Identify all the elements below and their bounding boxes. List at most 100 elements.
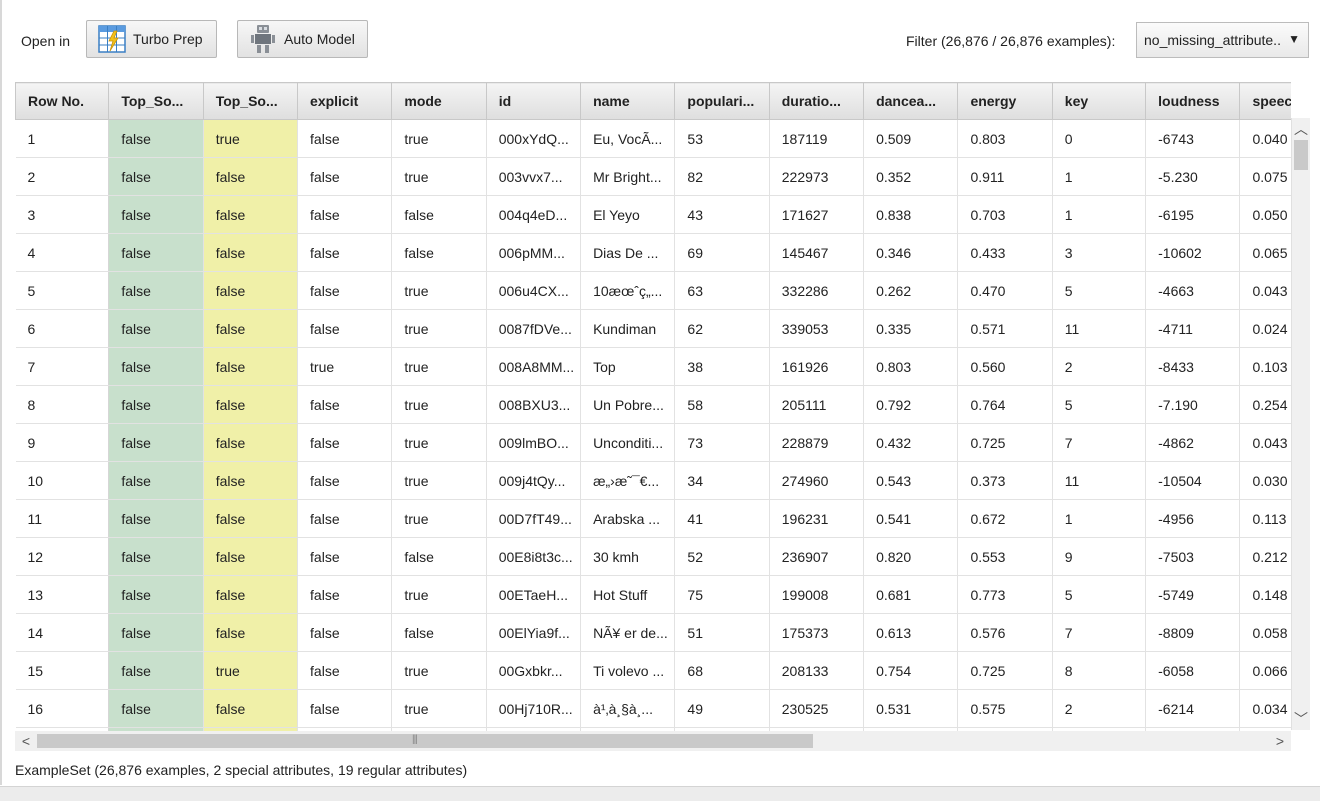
table-cell: 15 [15,651,110,690]
table-row[interactable]: 1 false true false true 000xYdQ... Eu, VocÃ...… [15,119,1291,158]
table-cell: 13 [15,575,110,614]
table-cell: false [108,613,204,652]
table-row[interactable]: 8 false false false true 008BXU3... Un Pobre..… [15,385,1291,424]
table-row[interactable]: 4 false false false false 006pMM... Dias De ..… [15,233,1291,272]
table-row[interactable]: 7 false false true true 008A8MM... Top 38 161926… [15,347,1291,386]
column-header[interactable]: name [580,82,676,120]
column-header[interactable]: speecl [1239,82,1291,120]
filter-dropdown-value: no_missing_attribute.. [1144,32,1281,48]
horizontal-scroll-thumb[interactable] [37,734,813,748]
table-cell: 0.553 [957,537,1053,576]
table-cell: false [203,195,299,234]
turbo-prep-button[interactable]: Turbo Prep [86,20,217,58]
table-row[interactable]: 15 false true false true 00Gxbkr... Ti volevo … [15,651,1291,690]
table-cell: false [297,461,393,500]
scroll-up-icon[interactable]: ︿ [1292,120,1310,138]
table-cell: 8 [15,385,110,424]
table-cell: 2 [1052,689,1147,728]
table-cell: 69 [674,233,770,272]
scroll-right-icon[interactable]: > [1271,732,1289,750]
column-header[interactable]: dancea... [863,82,959,120]
vertical-scroll-thumb[interactable] [1294,140,1308,170]
table-cell: 0.262 [863,271,959,310]
column-header[interactable]: Top_So... [108,82,204,120]
table-cell: 7 [15,347,110,386]
column-header[interactable]: key [1051,82,1147,120]
column-header[interactable]: Top_So... [202,82,299,120]
table-cell: true [203,651,299,690]
table-cell: true [391,499,487,538]
table-cell: Hot Stuff [580,575,676,614]
table-cell: 52 [674,537,770,576]
table-row[interactable]: 12 false false false false 00E8i8t3c... 30 kmh… [15,537,1291,576]
column-header[interactable]: explicit [297,82,393,120]
auto-model-button[interactable]: Auto Model [237,20,368,58]
table-cell: false [108,575,204,614]
table-cell: 0.335 [863,309,959,348]
column-header[interactable]: mode [391,82,487,120]
vertical-scrollbar[interactable]: ︿ ﹀ [1291,118,1310,730]
bottom-border [0,786,1320,801]
table-cell: 11 [1052,461,1147,500]
table-cell: false [203,271,299,310]
column-header[interactable]: duratio... [768,82,865,120]
scroll-grip-icon: ||| [412,734,418,745]
column-header[interactable]: energy [957,82,1053,120]
table-cell: false [391,233,487,272]
column-header[interactable]: loudness [1145,82,1241,120]
table-cell: 10 [15,461,110,500]
table-cell: 0.433 [957,233,1053,272]
table-row[interactable]: 6 false false false true 0087fDVe... Kundiman 6… [15,309,1291,348]
table-cell: false [203,309,299,348]
table-row[interactable]: 10 false false false true 009j4tQy... æ„›æ˜¯€.… [15,461,1291,500]
table-row[interactable]: 11 false false false true 00D7fT49... Arabska … [15,499,1291,538]
table-cell: false [297,233,393,272]
table-cell: 1 [1052,195,1147,234]
table-cell: false [108,157,204,196]
table-cell: 199008 [769,575,865,614]
horizontal-scrollbar[interactable]: < ||| > [15,731,1291,751]
table-cell: 00ElYia9f... [486,613,582,652]
scroll-left-icon[interactable]: < [17,732,35,750]
table-cell: 0.075 [1239,157,1291,196]
chevron-down-icon: ▼ [1288,32,1300,46]
table-cell: Unconditi... [580,423,676,462]
table-row[interactable]: 2 false false false true 003vvx7... Mr Bright.… [15,157,1291,196]
scroll-down-icon[interactable]: ﹀ [1292,710,1310,728]
table-cell: 0.792 [863,385,959,424]
table-cell: 00ETaeH... [486,575,582,614]
table-cell: 0.560 [957,347,1053,386]
table-cell: 0.820 [863,537,959,576]
table-cell: false [297,385,393,424]
table-cell: false [108,461,204,500]
table-cell: 58 [674,385,770,424]
table-cell: 00D7fT49... [486,499,582,538]
table-cell: 73 [674,423,770,462]
table-cell: 0 [1052,119,1147,158]
column-header[interactable]: populari... [674,82,770,120]
filter-dropdown[interactable]: no_missing_attribute.. ▼ [1136,22,1309,58]
table-row[interactable]: 13 false false false true 00ETaeH... Hot Stuff… [15,575,1291,614]
table-cell: true [297,347,393,386]
table-row[interactable]: 3 false false false false 004q4eD... El Yeyo 43… [15,195,1291,234]
table-cell: 00Hj710R... [486,689,582,728]
column-header[interactable]: id [485,82,582,120]
table-cell: false [203,537,299,576]
data-table: Row No. Top_So... Top_So... explicit mode id n… [15,82,1291,732]
table-cell: false [108,651,204,690]
column-header[interactable]: Row No. [15,82,110,120]
table-row[interactable]: 5 false false false true 006u4CX... 10æœˆç„...… [15,271,1291,310]
table-row[interactable]: 9 false false false true 009lmBO... Unconditi.… [15,423,1291,462]
table-cell: 3 [1052,233,1147,272]
table-cell: 41 [674,499,770,538]
table-cell: -7.190 [1145,385,1241,424]
table-cell: 0.254 [1239,385,1291,424]
table-cell: 68 [674,651,770,690]
table-cell: 004q4eD... [486,195,582,234]
table-cell: 0.838 [863,195,959,234]
table-row[interactable]: 14 false false false false 00ElYia9f... NÃ¥ er… [15,613,1291,652]
table-cell: false [391,537,487,576]
table-cell: false [108,309,204,348]
table-row[interactable]: 16 false false false true 00Hj710R... à¹‚à¸§à¸… [15,689,1291,728]
table-cell: Arabska ... [580,499,676,538]
